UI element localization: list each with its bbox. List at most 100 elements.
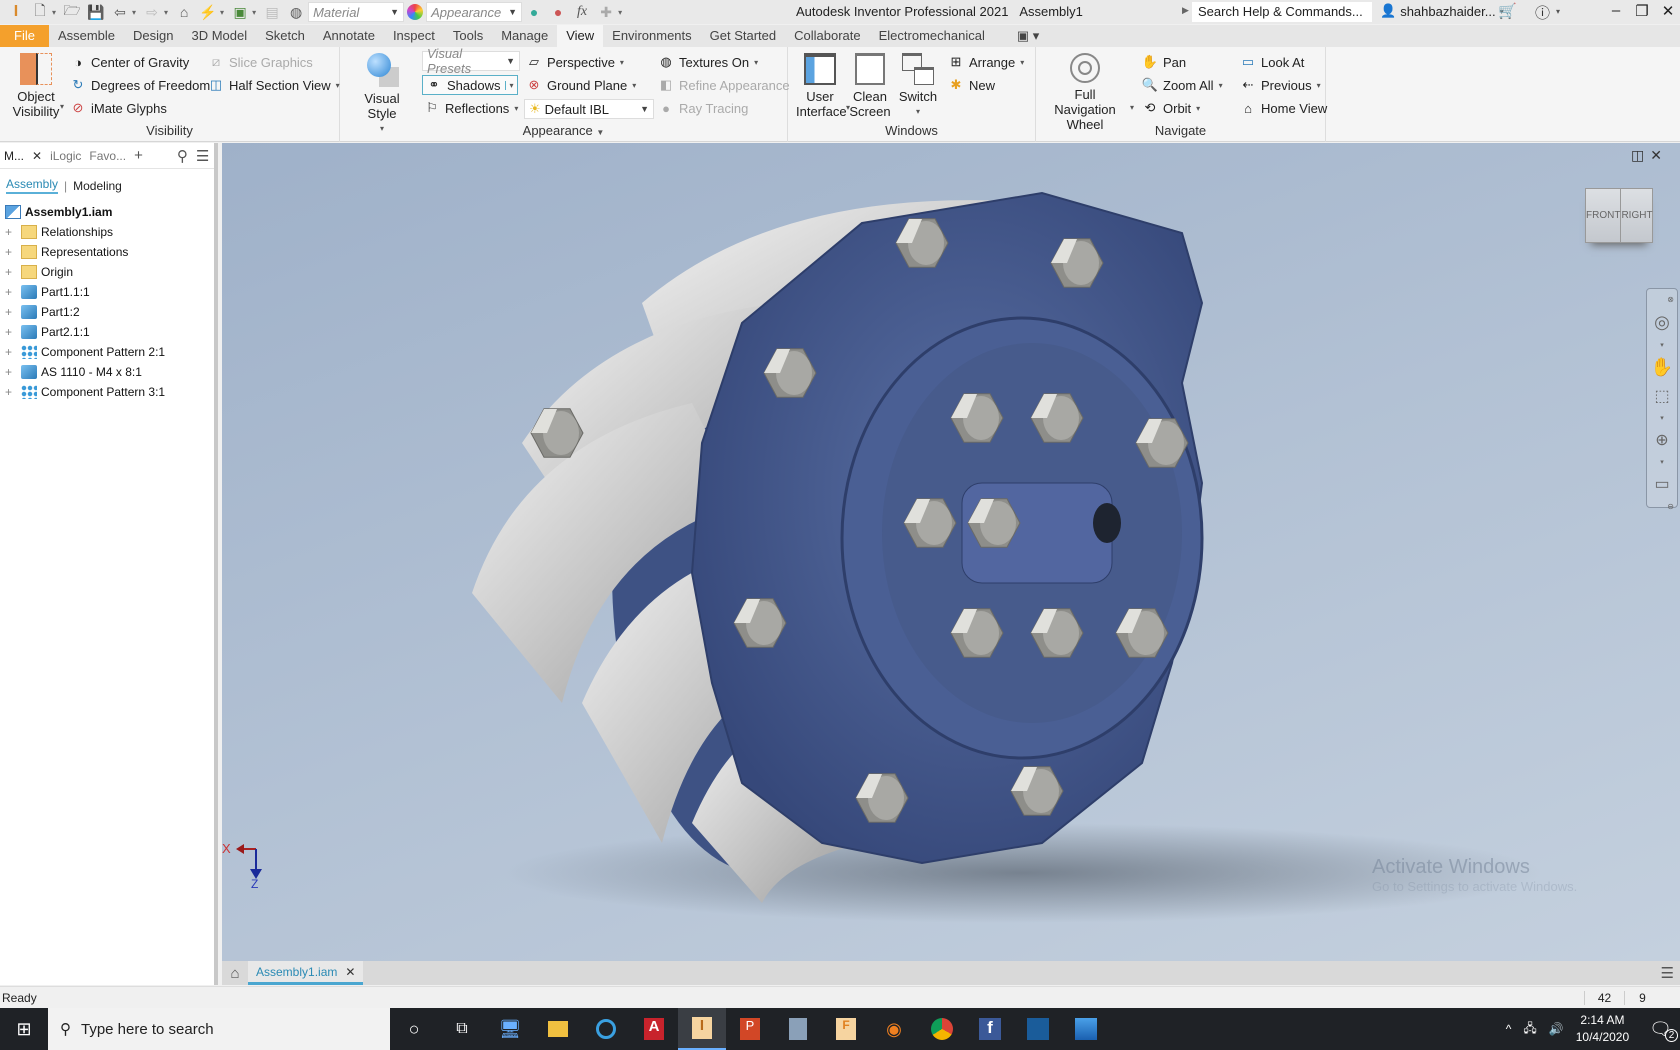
expand-icon[interactable]: + <box>5 225 17 239</box>
menu-icon[interactable]: ☰ <box>196 147 209 165</box>
chevron-down-icon[interactable]: ▾ <box>1660 341 1664 349</box>
customize-quickaccess-icon[interactable]: ▾ <box>618 8 622 17</box>
close-navbar-icon[interactable]: ⊗ <box>1667 295 1674 304</box>
expand-icon[interactable]: + <box>5 345 17 359</box>
tab-design[interactable]: Design <box>124 25 182 47</box>
tree-root[interactable]: Assembly1.iam <box>0 202 214 222</box>
graphics-viewport[interactable]: ◫ ✕ FRONT RIGHT ⊗ ◎ ▾ ✋ ⬚ ▾ ⊕ ▾ ▭ ⊖ X Z … <box>222 143 1680 961</box>
minimize-button[interactable]: – <box>1604 2 1628 22</box>
fusion-app-icon[interactable]: F <box>822 1008 870 1050</box>
close-button[interactable]: ✕ <box>1656 2 1680 22</box>
add-tab-icon[interactable]: + <box>134 147 143 164</box>
doc-tabs-menu-icon[interactable]: ☰ <box>1661 964 1674 982</box>
select-dropdown-icon[interactable]: ▾ <box>252 8 256 17</box>
textures-on-button[interactable]: ◍ Textures On ▾ <box>658 54 758 70</box>
tab-view[interactable]: View <box>557 25 604 47</box>
chrome-app-icon[interactable] <box>918 1008 966 1050</box>
material-combo[interactable]: Material ▼ <box>308 2 405 22</box>
tree-item[interactable]: + Component Pattern 3:1 <box>0 382 214 402</box>
expand-icon[interactable]: + <box>5 245 17 259</box>
parameters-icon[interactable]: fx <box>573 3 591 21</box>
file-explorer-app-icon[interactable] <box>534 1008 582 1050</box>
network-icon[interactable]: 🖧 <box>1523 1019 1536 1040</box>
powerpoint-app-icon[interactable]: P <box>726 1008 774 1050</box>
slice-graphics-button[interactable]: ⧄ Slice Graphics <box>208 54 313 70</box>
expand-icon[interactable]: + <box>5 265 17 279</box>
customize-navbar-icon[interactable]: ⊖ <box>1667 502 1674 511</box>
tab-sketch[interactable]: Sketch <box>256 25 314 47</box>
start-button[interactable]: ⊞ <box>0 1008 48 1050</box>
cart-icon[interactable]: 🛒 <box>1498 2 1517 20</box>
facebook-app-icon[interactable]: f <box>966 1008 1014 1050</box>
close-viewport-icon[interactable]: ✕ <box>1650 147 1662 164</box>
viewcube-front[interactable]: FRONT <box>1586 189 1622 242</box>
notification-center-icon[interactable]: 🗨 2 <box>1649 1019 1678 1042</box>
save-icon[interactable]: 💾 <box>87 3 105 21</box>
switch-button[interactable]: Switch ▾ <box>896 53 940 119</box>
open-icon[interactable]: 🗁 <box>63 2 81 21</box>
orbit-button[interactable]: ⟲ Orbit ▾ <box>1142 100 1201 116</box>
redo-dropdown-icon[interactable]: ▾ <box>164 8 168 17</box>
tree-item[interactable]: + Part1:2 <box>0 302 214 322</box>
clock[interactable]: 2:14 AM 10/4/2020 <box>1576 1012 1629 1046</box>
ray-tracing-button[interactable]: ● Ray Tracing <box>658 100 748 116</box>
tab-collaborate[interactable]: Collaborate <box>785 25 870 47</box>
close-tab-icon[interactable]: ✕ <box>32 149 42 163</box>
photos-app-icon[interactable] <box>1062 1008 1110 1050</box>
tab-inspect[interactable]: Inspect <box>384 25 444 47</box>
chevron-down-icon[interactable]: ▾ <box>1660 414 1664 422</box>
look-at-nav-icon[interactable]: ▭ <box>1654 474 1669 494</box>
shadows-button[interactable]: ⚭ Shadows ▾ <box>422 75 518 95</box>
help-icon[interactable]: ⓘ <box>1535 2 1550 23</box>
home-view-button[interactable]: ⌂ Home View <box>1240 100 1327 116</box>
wheel-model[interactable] <box>222 143 1680 961</box>
clear-appearance-icon[interactable]: ● <box>549 3 567 21</box>
tree-item[interactable]: + AS 1110 - M4 x 8:1 <box>0 362 214 382</box>
visual-presets-combo[interactable]: Visual Presets ▼ <box>422 46 520 76</box>
tree-item[interactable]: + Part1.1:1 <box>0 282 214 302</box>
degrees-of-freedom-button[interactable]: ↻ Degrees of Freedom <box>70 77 211 93</box>
tree-item[interactable]: + Part2.1:1 <box>0 322 214 342</box>
browser-tab-favorites[interactable]: Favo... <box>89 149 126 163</box>
redo-icon[interactable]: ⇨ <box>143 3 161 21</box>
split-view-icon[interactable]: ◫ <box>1631 147 1644 164</box>
look-at-button[interactable]: ▭ Look At <box>1240 54 1305 70</box>
search-icon[interactable]: ⚲ <box>177 147 188 165</box>
expand-icon[interactable]: + <box>5 325 17 339</box>
tree-item[interactable]: + Component Pattern 2:1 <box>0 342 214 362</box>
refine-appearance-button[interactable]: ◧ Refine Appearance <box>658 77 790 93</box>
expand-icon[interactable]: + <box>5 365 17 379</box>
half-section-view-button[interactable]: ◫ Half Section View ▾ <box>208 77 340 93</box>
search-help-input[interactable]: Search Help & Commands... <box>1192 2 1372 22</box>
new-window-button[interactable]: ✱ New <box>948 77 995 93</box>
previous-view-button[interactable]: ⇠ Previous ▾ <box>1240 77 1321 93</box>
tab-assemble[interactable]: Assemble <box>49 25 124 47</box>
viewcube-right[interactable]: RIGHT <box>1621 189 1652 242</box>
chevron-down-icon[interactable]: ▾ <box>1660 458 1664 466</box>
ribbon-display-toggle[interactable]: ▣ ▾ <box>1008 25 1048 47</box>
home-tab-icon[interactable]: ⌂ <box>222 965 248 982</box>
this-pc-app-icon[interactable]: 🖥 <box>486 1008 534 1050</box>
viewcube[interactable]: FRONT RIGHT <box>1585 188 1653 243</box>
autocad-app-icon[interactable]: A <box>630 1008 678 1050</box>
add-icon[interactable]: ✚ <box>597 3 615 21</box>
tab-electromechanical[interactable]: Electromechanical <box>870 25 994 47</box>
clean-screen-button[interactable]: Clean Screen <box>848 53 892 119</box>
tab-annotate[interactable]: Annotate <box>314 25 384 47</box>
home-icon[interactable]: ⌂ <box>175 3 193 21</box>
close-doc-icon[interactable]: ✕ <box>345 965 355 979</box>
adjust-appearance-icon[interactable]: ● <box>525 3 543 21</box>
tab-tools[interactable]: Tools <box>444 25 492 47</box>
expand-icon[interactable]: + <box>5 285 17 299</box>
undo-dropdown-icon[interactable]: ▾ <box>132 8 136 17</box>
calculator-app-icon[interactable] <box>774 1008 822 1050</box>
pan-icon[interactable]: ✋ <box>1651 357 1673 378</box>
object-visibility-button[interactable]: Object Visibility <box>10 53 62 119</box>
restore-button[interactable]: ❐ <box>1630 2 1654 22</box>
tree-item[interactable]: + Relationships <box>0 222 214 242</box>
volume-icon[interactable]: 🔊 <box>1549 1022 1564 1036</box>
inventor-logo-icon[interactable]: I <box>7 3 25 21</box>
subtab-assembly[interactable]: Assembly <box>6 177 59 194</box>
undo-icon[interactable]: ⇦ <box>111 3 129 21</box>
expand-search-icon[interactable]: ▶ <box>1182 5 1189 16</box>
